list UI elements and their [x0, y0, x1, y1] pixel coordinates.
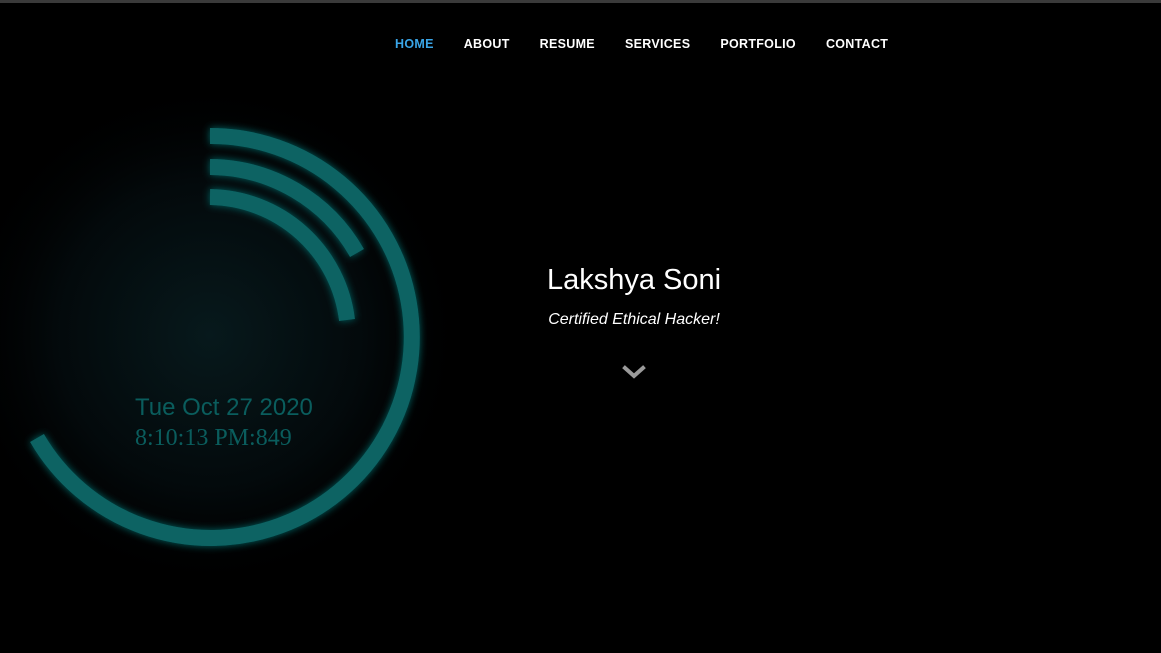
clock-date: Tue Oct 27 2020 — [135, 394, 313, 421]
nav-item-resume[interactable]: RESUME — [525, 35, 610, 53]
clock-glow — [0, 80, 470, 580]
hero-name: Lakshya Soni — [546, 264, 722, 296]
scroll-down-button[interactable] — [620, 362, 648, 384]
nav-item-contact[interactable]: CONTACT — [811, 35, 903, 53]
clock-time: 8:10:13 PM:849 — [135, 425, 292, 451]
nav-item-portfolio[interactable]: PORTFOLIO — [705, 35, 811, 53]
nav-item-home[interactable]: HOME — [380, 35, 449, 53]
main-nav: HOME ABOUT RESUME SERVICES PORTFOLIO CON… — [380, 35, 903, 53]
clock-rings — [0, 80, 470, 580]
top-border — [0, 0, 1161, 3]
clock-widget: Tue Oct 27 2020 8:10:13 PM:849 — [0, 80, 470, 580]
chevron-down-icon — [622, 365, 646, 379]
hero-subtitle: Certified Ethical Hacker! — [548, 311, 720, 328]
nav-item-about[interactable]: ABOUT — [449, 35, 525, 53]
nav-item-services[interactable]: SERVICES — [610, 35, 705, 53]
